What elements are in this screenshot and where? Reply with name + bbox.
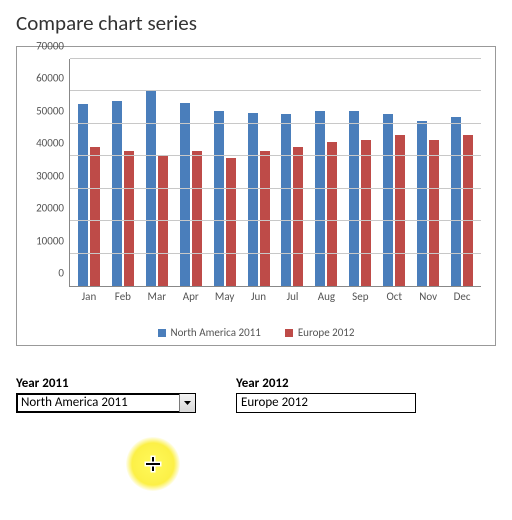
bar <box>451 117 461 286</box>
chart: Jan Feb Mar Apr May Jun Jul Aug Sep Oct Nov Dec 0 10… <box>16 46 496 346</box>
bar <box>383 114 393 286</box>
legend-item-2: Europe 2012 <box>285 326 355 339</box>
year-2011-control: Year 2011 North America 2011 <box>16 376 196 413</box>
bar <box>327 142 337 286</box>
x-tick-label: Sep <box>352 286 368 303</box>
x-tick-label: Dec <box>454 286 471 303</box>
y-tick-label: 10000 <box>36 234 70 247</box>
bar <box>226 158 236 286</box>
bar <box>192 151 202 286</box>
bar <box>214 111 224 286</box>
bar <box>112 101 122 286</box>
bar <box>90 147 100 286</box>
bar <box>124 151 134 286</box>
bar <box>463 135 473 286</box>
gridline <box>70 253 481 254</box>
controls-row: Year 2011 North America 2011 Year 2012 E… <box>16 376 496 413</box>
chevron-down-icon <box>184 401 191 405</box>
x-tick-label: Jan <box>82 286 97 303</box>
bar <box>349 111 359 286</box>
bar <box>315 111 325 286</box>
bar <box>417 121 427 286</box>
cursor-highlight <box>126 437 180 491</box>
bar <box>248 113 258 286</box>
y-tick-label: 50000 <box>36 104 70 117</box>
select-value: North America 2011 <box>17 394 179 412</box>
year-2012-control: Year 2012 Europe 2012 <box>236 376 416 413</box>
bar <box>281 114 291 286</box>
legend-label: North America 2011 <box>171 326 261 339</box>
bar <box>180 103 190 286</box>
gridline <box>70 155 481 156</box>
y-tick-label: 40000 <box>36 137 70 150</box>
legend-label: Europe 2012 <box>298 326 355 339</box>
bar <box>429 140 439 286</box>
bar <box>78 104 88 286</box>
y-tick-label: 70000 <box>36 40 70 53</box>
y-tick-label: 60000 <box>36 72 70 85</box>
bar <box>146 91 156 286</box>
bar <box>293 147 303 286</box>
select-value: Europe 2012 <box>237 394 415 412</box>
bar <box>395 135 405 286</box>
gridline <box>70 188 481 189</box>
x-tick-label: Oct <box>386 286 402 303</box>
dropdown-button[interactable] <box>179 394 195 412</box>
y-tick-label: 20000 <box>36 202 70 215</box>
y-tick-label: 30000 <box>36 169 70 182</box>
legend-swatch-icon <box>285 329 293 337</box>
x-tick-label: May <box>215 286 234 303</box>
x-tick-label: Aug <box>318 286 335 303</box>
bar <box>361 140 371 286</box>
x-tick-label: Jul <box>287 286 299 303</box>
x-tick-label: Mar <box>148 286 167 303</box>
series-select-2012[interactable]: Europe 2012 <box>236 393 416 413</box>
gridline <box>70 58 481 59</box>
gridline <box>70 220 481 221</box>
legend: North America 2011 Europe 2012 <box>17 326 495 339</box>
x-tick-label: Feb <box>115 286 131 303</box>
control-label: Year 2012 <box>236 376 416 391</box>
legend-swatch-icon <box>158 329 166 337</box>
y-tick-label: 0 <box>58 267 70 280</box>
plot-area: JanFebMarAprMayJunJulAugSepOctNovDec 010… <box>69 59 481 287</box>
legend-item-1: North America 2011 <box>158 326 261 339</box>
control-label: Year 2011 <box>16 376 196 391</box>
x-tick-label: Apr <box>183 286 199 303</box>
gridline <box>70 123 481 124</box>
series-select-2011[interactable]: North America 2011 <box>16 393 196 413</box>
x-tick-label: Nov <box>419 286 437 303</box>
bar <box>260 151 270 286</box>
x-tick-label: Jun <box>251 286 266 303</box>
excel-plus-cursor-icon <box>146 457 160 471</box>
page-title: Compare chart series <box>16 10 496 36</box>
gridline <box>70 90 481 91</box>
